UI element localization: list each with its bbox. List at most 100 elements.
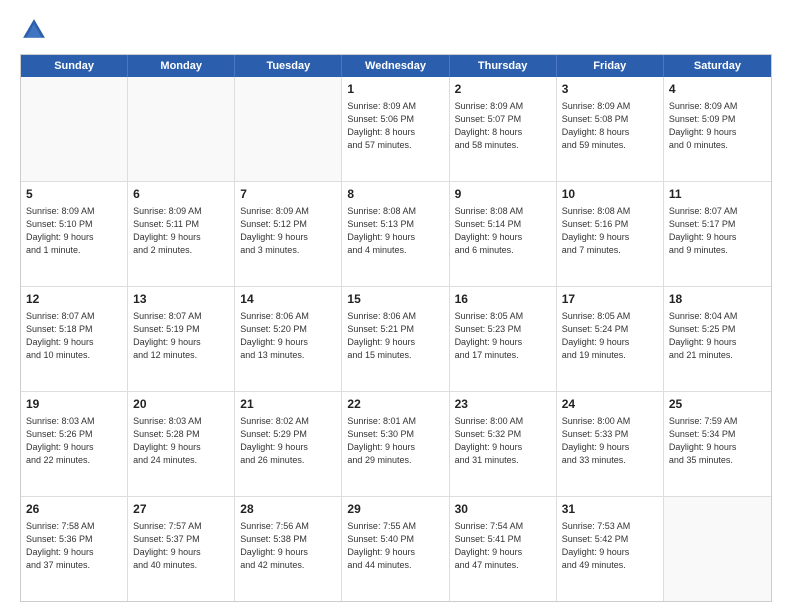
day-number: 19 <box>26 396 122 413</box>
calendar-cell: 23Sunrise: 8:00 AM Sunset: 5:32 PM Dayli… <box>450 392 557 496</box>
header-day-monday: Monday <box>128 55 235 77</box>
logo-icon <box>20 16 48 44</box>
day-number: 12 <box>26 291 122 308</box>
calendar-cell: 27Sunrise: 7:57 AM Sunset: 5:37 PM Dayli… <box>128 497 235 601</box>
cell-details: Sunrise: 8:09 AM Sunset: 5:07 PM Dayligh… <box>455 100 551 152</box>
cell-details: Sunrise: 7:58 AM Sunset: 5:36 PM Dayligh… <box>26 520 122 572</box>
cell-details: Sunrise: 7:57 AM Sunset: 5:37 PM Dayligh… <box>133 520 229 572</box>
calendar-cell: 11 Sunrise: 8:07 AM Sunset: 5:17 PM Dayli… <box>664 182 771 286</box>
cell-details: Sunrise: 8:00 AM Sunset: 5:33 PM Dayligh… <box>562 415 658 467</box>
calendar-cell: 13 Sunrise: 8:07 AM Sunset: 5:19 PM Dayli… <box>128 287 235 391</box>
cell-details: Sunrise: 7:55 AM Sunset: 5:40 PM Dayligh… <box>347 520 443 572</box>
day-number: 28 <box>240 501 336 518</box>
header-day-saturday: Saturday <box>664 55 771 77</box>
day-number: 16 <box>455 291 551 308</box>
day-number: 29 <box>347 501 443 518</box>
page-header <box>20 16 772 44</box>
logo <box>20 16 52 44</box>
day-number: 11 <box>669 186 766 203</box>
header-day-thursday: Thursday <box>450 55 557 77</box>
cell-details: Sunrise: 7:56 AM Sunset: 5:38 PM Dayligh… <box>240 520 336 572</box>
calendar-cell: 24 Sunrise: 8:00 AM Sunset: 5:33 PM Dayli… <box>557 392 664 496</box>
calendar-cell: 12Sunrise: 8:07 AM Sunset: 5:18 PM Dayli… <box>21 287 128 391</box>
cell-details: Sunrise: 8:09 AM Sunset: 5:09 PM Dayligh… <box>669 100 766 152</box>
calendar-row-5: 26 Sunrise: 7:58 AM Sunset: 5:36 PM Dayli… <box>21 497 771 601</box>
day-number: 14 <box>240 291 336 308</box>
header-day-tuesday: Tuesday <box>235 55 342 77</box>
calendar-cell <box>128 77 235 181</box>
cell-details: Sunrise: 8:05 AM Sunset: 5:23 PM Dayligh… <box>455 310 551 362</box>
cell-details: Sunrise: 8:03 AM Sunset: 5:28 PM Dayligh… <box>133 415 229 467</box>
day-number: 9 <box>455 186 551 203</box>
day-number: 23 <box>455 396 551 413</box>
calendar-cell: 26 Sunrise: 7:58 AM Sunset: 5:36 PM Dayli… <box>21 497 128 601</box>
day-number: 15 <box>347 291 443 308</box>
day-number: 4 <box>669 81 766 98</box>
cell-details: Sunrise: 7:59 AM Sunset: 5:34 PM Dayligh… <box>669 415 766 467</box>
cell-details: Sunrise: 8:06 AM Sunset: 5:20 PM Dayligh… <box>240 310 336 362</box>
calendar: SundayMondayTuesdayWednesdayThursdayFrid… <box>20 54 772 602</box>
cell-details: Sunrise: 8:07 AM Sunset: 5:19 PM Dayligh… <box>133 310 229 362</box>
header-day-friday: Friday <box>557 55 664 77</box>
day-number: 22 <box>347 396 443 413</box>
cell-details: Sunrise: 8:09 AM Sunset: 5:08 PM Dayligh… <box>562 100 658 152</box>
cell-details: Sunrise: 7:54 AM Sunset: 5:41 PM Dayligh… <box>455 520 551 572</box>
calendar-cell: 25 Sunrise: 7:59 AM Sunset: 5:34 PM Dayli… <box>664 392 771 496</box>
day-number: 31 <box>562 501 658 518</box>
calendar-cell: 19 Sunrise: 8:03 AM Sunset: 5:26 PM Dayli… <box>21 392 128 496</box>
cell-details: Sunrise: 8:09 AM Sunset: 5:11 PM Dayligh… <box>133 205 229 257</box>
calendar-cell: 6 Sunrise: 8:09 AM Sunset: 5:11 PM Daylig… <box>128 182 235 286</box>
cell-details: Sunrise: 8:05 AM Sunset: 5:24 PM Dayligh… <box>562 310 658 362</box>
cell-details: Sunrise: 8:09 AM Sunset: 5:12 PM Dayligh… <box>240 205 336 257</box>
day-number: 8 <box>347 186 443 203</box>
day-number: 25 <box>669 396 766 413</box>
day-number: 26 <box>26 501 122 518</box>
calendar-cell: 29 Sunrise: 7:55 AM Sunset: 5:40 PM Dayli… <box>342 497 449 601</box>
day-number: 10 <box>562 186 658 203</box>
cell-details: Sunrise: 8:09 AM Sunset: 5:10 PM Dayligh… <box>26 205 122 257</box>
day-number: 7 <box>240 186 336 203</box>
day-number: 5 <box>26 186 122 203</box>
calendar-cell: 5 Sunrise: 8:09 AM Sunset: 5:10 PM Daylig… <box>21 182 128 286</box>
calendar-cell: 3 Sunrise: 8:09 AM Sunset: 5:08 PM Daylig… <box>557 77 664 181</box>
calendar-cell: 21 Sunrise: 8:02 AM Sunset: 5:29 PM Dayli… <box>235 392 342 496</box>
calendar-row-2: 5 Sunrise: 8:09 AM Sunset: 5:10 PM Daylig… <box>21 182 771 287</box>
calendar-cell <box>664 497 771 601</box>
calendar-cell: 9 Sunrise: 8:08 AM Sunset: 5:14 PM Daylig… <box>450 182 557 286</box>
calendar-row-4: 19 Sunrise: 8:03 AM Sunset: 5:26 PM Dayli… <box>21 392 771 497</box>
day-number: 6 <box>133 186 229 203</box>
calendar-cell <box>235 77 342 181</box>
calendar-row-1: 1Sunrise: 8:09 AM Sunset: 5:06 PM Daylig… <box>21 77 771 182</box>
day-number: 18 <box>669 291 766 308</box>
calendar-cell: 8Sunrise: 8:08 AM Sunset: 5:13 PM Daylig… <box>342 182 449 286</box>
day-number: 2 <box>455 81 551 98</box>
calendar-cell: 1Sunrise: 8:09 AM Sunset: 5:06 PM Daylig… <box>342 77 449 181</box>
cell-details: Sunrise: 8:04 AM Sunset: 5:25 PM Dayligh… <box>669 310 766 362</box>
day-number: 3 <box>562 81 658 98</box>
calendar-row-3: 12Sunrise: 8:07 AM Sunset: 5:18 PM Dayli… <box>21 287 771 392</box>
calendar-cell: 7 Sunrise: 8:09 AM Sunset: 5:12 PM Daylig… <box>235 182 342 286</box>
calendar-cell: 28 Sunrise: 7:56 AM Sunset: 5:38 PM Dayli… <box>235 497 342 601</box>
calendar-cell: 18 Sunrise: 8:04 AM Sunset: 5:25 PM Dayli… <box>664 287 771 391</box>
cell-details: Sunrise: 7:53 AM Sunset: 5:42 PM Dayligh… <box>562 520 658 572</box>
calendar-cell: 17 Sunrise: 8:05 AM Sunset: 5:24 PM Dayli… <box>557 287 664 391</box>
day-number: 17 <box>562 291 658 308</box>
day-number: 20 <box>133 396 229 413</box>
day-number: 13 <box>133 291 229 308</box>
calendar-cell: 15Sunrise: 8:06 AM Sunset: 5:21 PM Dayli… <box>342 287 449 391</box>
cell-details: Sunrise: 8:01 AM Sunset: 5:30 PM Dayligh… <box>347 415 443 467</box>
cell-details: Sunrise: 8:08 AM Sunset: 5:16 PM Dayligh… <box>562 205 658 257</box>
header-day-wednesday: Wednesday <box>342 55 449 77</box>
calendar-cell <box>21 77 128 181</box>
calendar-cell: 4 Sunrise: 8:09 AM Sunset: 5:09 PM Daylig… <box>664 77 771 181</box>
day-number: 24 <box>562 396 658 413</box>
calendar-cell: 14 Sunrise: 8:06 AM Sunset: 5:20 PM Dayli… <box>235 287 342 391</box>
cell-details: Sunrise: 8:03 AM Sunset: 5:26 PM Dayligh… <box>26 415 122 467</box>
calendar-cell: 30Sunrise: 7:54 AM Sunset: 5:41 PM Dayli… <box>450 497 557 601</box>
cell-details: Sunrise: 8:07 AM Sunset: 5:17 PM Dayligh… <box>669 205 766 257</box>
calendar-body: 1Sunrise: 8:09 AM Sunset: 5:06 PM Daylig… <box>21 77 771 601</box>
calendar-header-row: SundayMondayTuesdayWednesdayThursdayFrid… <box>21 55 771 77</box>
day-number: 21 <box>240 396 336 413</box>
cell-details: Sunrise: 8:08 AM Sunset: 5:14 PM Dayligh… <box>455 205 551 257</box>
cell-details: Sunrise: 8:02 AM Sunset: 5:29 PM Dayligh… <box>240 415 336 467</box>
